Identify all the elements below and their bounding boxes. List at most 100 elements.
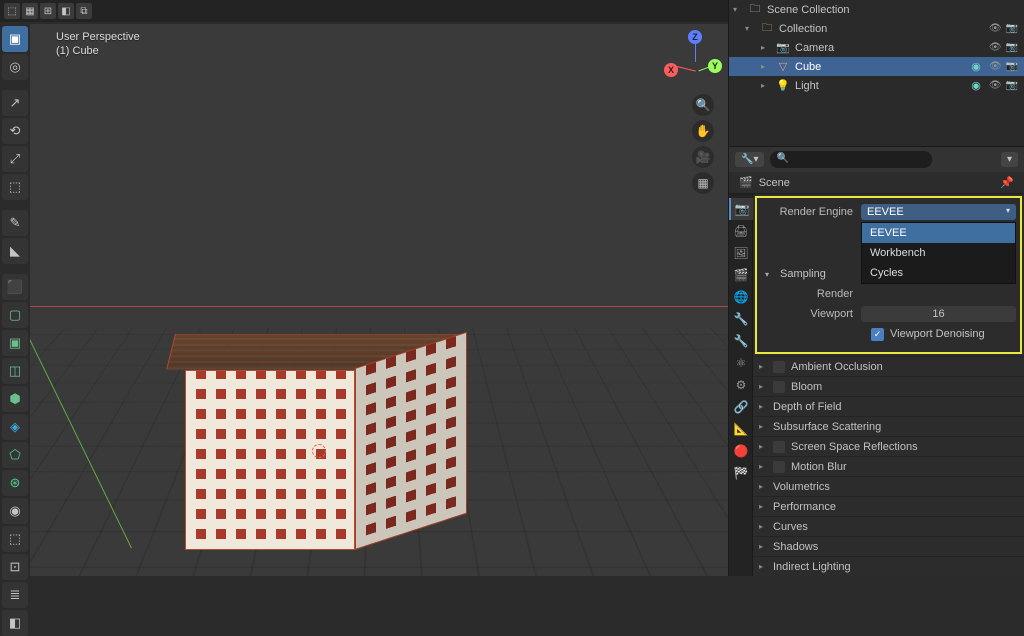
- tool-transform[interactable]: ⬚: [2, 174, 28, 200]
- outliner[interactable]: ▾🗀 Scene Collection ▾🗀 Collection 👁📷 ▸📷 …: [729, 0, 1024, 146]
- tool-cursor[interactable]: ◎: [2, 54, 28, 80]
- outliner-item-cube[interactable]: ▸▽ Cube ◉ 👁📷: [729, 57, 1024, 76]
- tab-physics[interactable]: ⚙: [729, 374, 753, 396]
- section-label: Curves: [773, 521, 808, 533]
- outliner-light-label: Light: [795, 80, 967, 92]
- eye-icon[interactable]: 👁: [989, 23, 1002, 34]
- gizmo-z[interactable]: Z: [688, 30, 702, 44]
- tool-measure[interactable]: ◣: [2, 238, 28, 264]
- engine-option-eevee[interactable]: EEVEE: [862, 223, 1015, 243]
- tool-add-mesh-9[interactable]: ⬚: [2, 526, 28, 552]
- zoom-icon[interactable]: 🔍: [692, 94, 714, 116]
- tool-add-mesh-2[interactable]: ▣: [2, 330, 28, 356]
- right-panels: ▾🗀 Scene Collection ▾🗀 Collection 👁📷 ▸📷 …: [728, 0, 1024, 576]
- section-performance[interactable]: ▸Performance: [753, 496, 1024, 516]
- tool-add-mesh-1[interactable]: ▢: [2, 302, 28, 328]
- outliner-camera-label: Camera: [795, 42, 985, 54]
- mode-button-2[interactable]: ▦: [22, 3, 38, 19]
- section-screen-space-reflections[interactable]: ▸Screen Space Reflections: [753, 436, 1024, 456]
- section-bloom[interactable]: ▸Bloom: [753, 376, 1024, 396]
- axis-x-line: [30, 306, 728, 307]
- tab-particles[interactable]: ⚛: [729, 352, 753, 374]
- pan-icon[interactable]: ✋: [692, 120, 714, 142]
- mode-button-1[interactable]: ⬚: [4, 3, 20, 19]
- outliner-item-camera[interactable]: ▸📷 Camera 👁📷: [729, 38, 1024, 57]
- tab-output[interactable]: 🖨: [729, 220, 753, 242]
- pin-icon[interactable]: 📌: [1000, 176, 1014, 189]
- outliner-collection[interactable]: ▾🗀 Collection 👁📷: [729, 19, 1024, 38]
- viewport-denoising-checkbox[interactable]: ✓: [871, 328, 884, 341]
- section-checkbox[interactable]: [773, 361, 785, 373]
- section-checkbox[interactable]: [773, 381, 785, 393]
- viewport-3d[interactable]: User Perspective (1) Cube Z X Y 🔍 ✋ 🎥 ▦: [30, 24, 728, 576]
- tab-world[interactable]: 🌐: [729, 286, 753, 308]
- tab-scene[interactable]: 🎬: [729, 264, 753, 286]
- orientation-gizmo[interactable]: Z X Y: [668, 34, 718, 84]
- section-shadows[interactable]: ▸Shadows: [753, 536, 1024, 556]
- tool-add-mesh-8[interactable]: ◉: [2, 498, 28, 524]
- tool-annotate[interactable]: ✎: [2, 210, 28, 236]
- viewport-samples-label: Viewport: [761, 308, 861, 320]
- tool-add-mesh-3[interactable]: ◫: [2, 358, 28, 384]
- tool-add-mesh-4[interactable]: ⬢: [2, 386, 28, 412]
- tool-rotate[interactable]: ⟲: [2, 118, 28, 144]
- outliner-item-light[interactable]: ▸💡 Light ◉ 👁📷: [729, 76, 1024, 95]
- properties-search-input[interactable]: [770, 151, 932, 168]
- outliner-scene-collection[interactable]: ▾🗀 Scene Collection: [729, 0, 1024, 19]
- tool-add-mesh-12[interactable]: ◧: [2, 610, 28, 636]
- section-label: Shadows: [773, 541, 818, 553]
- tool-add-mesh-5[interactable]: ◈: [2, 414, 28, 440]
- engine-option-cycles[interactable]: Cycles: [862, 263, 1015, 283]
- camera-render-icon[interactable]: 📷: [1006, 23, 1018, 34]
- viewport-samples-field[interactable]: 16: [861, 306, 1016, 322]
- tab-texture[interactable]: 🏁: [729, 462, 753, 484]
- tool-move[interactable]: ↗: [2, 90, 28, 116]
- section-label: Volumetrics: [773, 481, 830, 493]
- camera-icon[interactable]: 🎥: [692, 146, 714, 168]
- tab-modifiers[interactable]: 🔧: [729, 330, 753, 352]
- tool-add-mesh-7[interactable]: ⊛: [2, 470, 28, 496]
- gizmo-x[interactable]: X: [664, 63, 678, 77]
- section-motion-blur[interactable]: ▸Motion Blur: [753, 456, 1024, 476]
- section-volumetrics[interactable]: ▸Volumetrics: [753, 476, 1024, 496]
- filter-dropdown[interactable]: ▾: [1001, 152, 1018, 167]
- tab-material[interactable]: 🔴: [729, 440, 753, 462]
- cube-object[interactable]: [175, 334, 475, 560]
- section-subsurface-scattering[interactable]: ▸Subsurface Scattering: [753, 416, 1024, 436]
- gizmo-y[interactable]: Y: [708, 59, 722, 73]
- tab-constraints[interactable]: 🔗: [729, 396, 753, 418]
- properties-breadcrumb: 🎬 Scene 📌: [729, 172, 1024, 194]
- tool-scale[interactable]: ⤢: [2, 146, 28, 172]
- section-checkbox[interactable]: [773, 441, 785, 453]
- properties-header: 🔧▾ 🔍 ▾: [729, 146, 1024, 172]
- tool-add-mesh-10[interactable]: ⊡: [2, 554, 28, 580]
- hud-perspective: User Perspective: [56, 30, 140, 44]
- tab-viewlayer[interactable]: 🖼: [729, 242, 753, 264]
- viewport-nav-buttons: 🔍 ✋ 🎥 ▦: [692, 94, 714, 194]
- section-indirect-lighting[interactable]: ▸Indirect Lighting: [753, 556, 1024, 576]
- render-samples-label: Render: [761, 288, 861, 300]
- grid-floor: [30, 24, 728, 328]
- tool-add-mesh-11[interactable]: ≣: [2, 582, 28, 608]
- tool-select-box[interactable]: ▣: [2, 26, 28, 52]
- render-engine-dropdown[interactable]: EEVEE ▾ EEVEE Workbench Cycles: [861, 204, 1016, 220]
- mode-button-5[interactable]: ⧉: [76, 3, 92, 19]
- section-ambient-occlusion[interactable]: ▸Ambient Occlusion: [753, 356, 1024, 376]
- section-curves[interactable]: ▸Curves: [753, 516, 1024, 536]
- left-toolbar: ▣ ◎ ↗ ⟲ ⤢ ⬚ ✎ ◣ ⬛ ▢ ▣ ◫ ⬢ ◈ ⬠ ⊛ ◉ ⬚ ⊡ ≣ …: [2, 24, 28, 636]
- section-depth-of-field[interactable]: ▸Depth of Field: [753, 396, 1024, 416]
- tool-add-cube[interactable]: ⬛: [2, 274, 28, 300]
- breadcrumb-scene[interactable]: Scene: [759, 177, 790, 189]
- grid-icon[interactable]: ▦: [692, 172, 714, 194]
- mode-button-3[interactable]: ⊞: [40, 3, 56, 19]
- engine-option-workbench[interactable]: Workbench: [862, 243, 1015, 263]
- tool-add-mesh-6[interactable]: ⬠: [2, 442, 28, 468]
- section-checkbox[interactable]: [773, 461, 785, 473]
- editor-type-dropdown[interactable]: 🔧▾: [735, 152, 764, 167]
- tab-data[interactable]: 📐: [729, 418, 753, 440]
- tab-render[interactable]: 📷: [729, 198, 753, 220]
- tab-object[interactable]: 🔧: [729, 308, 753, 330]
- mode-button-4[interactable]: ◧: [58, 3, 74, 19]
- render-engine-dropdown-list: EEVEE Workbench Cycles: [861, 222, 1016, 284]
- section-label: Bloom: [791, 381, 822, 393]
